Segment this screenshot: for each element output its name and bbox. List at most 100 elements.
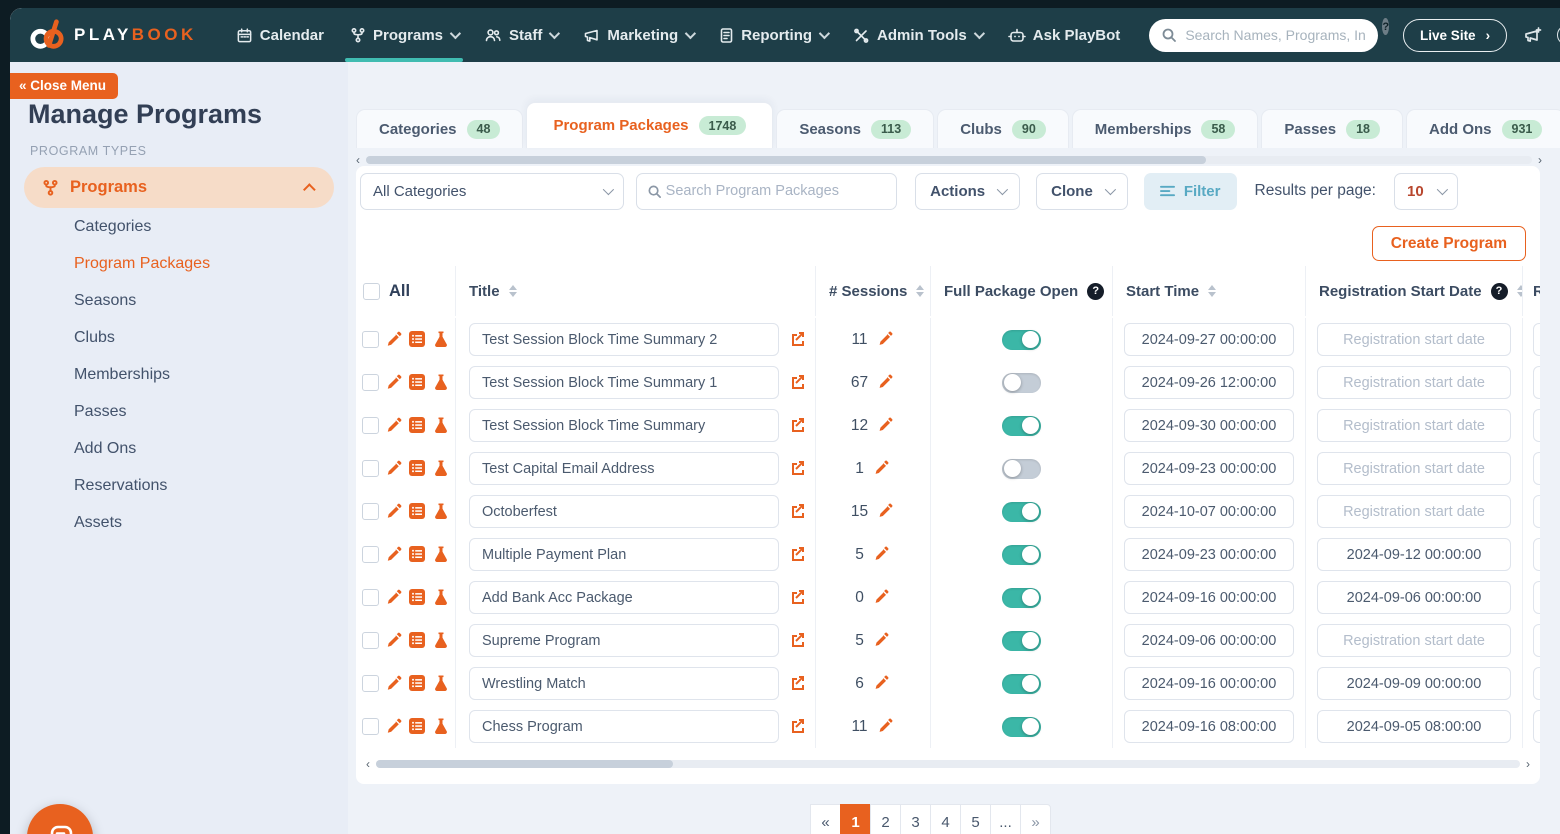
full-package-open-toggle[interactable] xyxy=(1002,416,1041,436)
details-list-icon[interactable] xyxy=(408,459,427,478)
sort-icon[interactable] xyxy=(509,285,517,297)
full-package-open-toggle[interactable] xyxy=(1002,373,1041,393)
sidebar-sub-item[interactable]: Seasons xyxy=(10,284,348,319)
tab[interactable]: Add Ons 931 xyxy=(1406,109,1560,148)
edit-pencil-icon[interactable] xyxy=(384,502,403,521)
sidebar-sub-item[interactable]: Clubs xyxy=(10,321,348,356)
actions-dropdown-button[interactable]: Actions xyxy=(915,173,1020,210)
full-package-open-toggle[interactable] xyxy=(1002,717,1041,737)
external-link-icon[interactable] xyxy=(788,631,807,650)
sidebar-item-programs[interactable]: Programs xyxy=(24,167,334,208)
registration-start-date-input[interactable]: Registration start date xyxy=(1317,624,1511,657)
tab[interactable]: Clubs 90 xyxy=(937,109,1069,148)
edit-pencil-icon[interactable] xyxy=(384,717,403,736)
details-list-icon[interactable] xyxy=(408,717,427,736)
title-input[interactable]: Test Session Block Time Summary 1 xyxy=(469,366,779,399)
external-link-icon[interactable] xyxy=(788,674,807,693)
page-button[interactable]: 3 xyxy=(900,804,931,834)
sidebar-sub-item[interactable]: Assets xyxy=(10,506,348,541)
title-input[interactable]: Test Capital Email Address xyxy=(469,452,779,485)
sidebar-sub-item[interactable]: Categories xyxy=(10,210,348,245)
sidebar-sub-item[interactable]: Reservations xyxy=(10,469,348,504)
live-site-button[interactable]: Live Site › xyxy=(1403,19,1507,52)
row-checkbox[interactable] xyxy=(362,632,379,649)
details-list-icon[interactable] xyxy=(408,545,427,564)
flask-icon[interactable] xyxy=(432,631,451,650)
registration-end-date-input[interactable]: R xyxy=(1533,409,1540,442)
full-package-open-toggle[interactable] xyxy=(1002,588,1041,608)
scroll-right-icon[interactable]: › xyxy=(1538,154,1542,166)
tab[interactable]: Program Packages 1748 xyxy=(526,102,773,148)
tab[interactable]: Passes 18 xyxy=(1261,109,1403,148)
row-checkbox[interactable] xyxy=(362,589,379,606)
sidebar-sub-item[interactable]: Passes xyxy=(10,395,348,430)
edit-pencil-icon[interactable] xyxy=(876,717,895,736)
row-checkbox[interactable] xyxy=(362,417,379,434)
scroll-left-icon[interactable]: ‹ xyxy=(366,758,370,770)
external-link-icon[interactable] xyxy=(788,373,807,392)
edit-pencil-icon[interactable] xyxy=(384,330,403,349)
title-input[interactable]: Octoberfest xyxy=(469,495,779,528)
global-search[interactable] xyxy=(1149,19,1378,52)
package-search-input[interactable] xyxy=(666,183,886,199)
flask-icon[interactable] xyxy=(432,588,451,607)
scroll-right-icon[interactable]: › xyxy=(1526,758,1530,770)
start-time-input[interactable]: 2024-09-16 08:00:00 xyxy=(1124,710,1294,743)
details-list-icon[interactable] xyxy=(408,330,427,349)
row-checkbox[interactable] xyxy=(362,503,379,520)
start-time-input[interactable]: 2024-09-27 00:00:00 xyxy=(1124,323,1294,356)
external-link-icon[interactable] xyxy=(788,330,807,349)
title-input[interactable]: Add Bank Acc Package xyxy=(469,581,779,614)
edit-pencil-icon[interactable] xyxy=(872,459,891,478)
row-checkbox[interactable] xyxy=(362,374,379,391)
select-all-checkbox[interactable] xyxy=(363,283,380,300)
page-button[interactable]: 2 xyxy=(870,804,901,834)
nav-item-programs[interactable]: Programs xyxy=(337,8,471,62)
page-button[interactable]: » xyxy=(1020,804,1051,834)
full-package-open-toggle[interactable] xyxy=(1002,545,1041,565)
full-package-open-toggle[interactable] xyxy=(1002,674,1041,694)
flask-icon[interactable] xyxy=(432,674,451,693)
registration-start-date-input[interactable]: 2024-09-09 00:00:00 xyxy=(1317,667,1511,700)
flask-icon[interactable] xyxy=(432,330,451,349)
start-time-input[interactable]: 2024-09-26 12:00:00 xyxy=(1124,366,1294,399)
registration-end-date-input[interactable]: 2 xyxy=(1533,710,1540,743)
nav-item-calendar[interactable]: Calendar xyxy=(223,8,337,62)
registration-end-date-input[interactable]: R xyxy=(1533,624,1540,657)
help-button[interactable]: ? xyxy=(1555,23,1560,47)
flask-icon[interactable] xyxy=(432,717,451,736)
start-time-input[interactable]: 2024-09-06 00:00:00 xyxy=(1124,624,1294,657)
registration-start-date-input[interactable]: Registration start date xyxy=(1317,495,1511,528)
help-circle-icon[interactable]: ? xyxy=(1087,283,1104,300)
edit-pencil-icon[interactable] xyxy=(876,330,895,349)
page-button[interactable]: « xyxy=(810,804,841,834)
title-input[interactable]: Test Session Block Time Summary xyxy=(469,409,779,442)
external-link-icon[interactable] xyxy=(788,502,807,521)
registration-start-date-input[interactable]: Registration start date xyxy=(1317,452,1511,485)
registration-start-date-input[interactable]: 2024-09-12 00:00:00 xyxy=(1317,538,1511,571)
full-package-open-toggle[interactable] xyxy=(1002,502,1041,522)
global-search-input[interactable] xyxy=(1185,27,1366,43)
nav-item-ask-playbot[interactable]: Ask PlayBot xyxy=(995,8,1134,62)
start-time-input[interactable]: 2024-09-16 00:00:00 xyxy=(1124,581,1294,614)
full-package-open-toggle[interactable] xyxy=(1002,459,1041,479)
clone-dropdown-button[interactable]: Clone xyxy=(1036,173,1128,210)
sidebar-sub-item[interactable]: Add Ons xyxy=(10,432,348,467)
title-input[interactable]: Chess Program xyxy=(469,710,779,743)
external-link-icon[interactable] xyxy=(788,588,807,607)
full-package-open-toggle[interactable] xyxy=(1002,330,1041,350)
registration-start-date-input[interactable]: 2024-09-05 08:00:00 xyxy=(1317,710,1511,743)
help-circle-icon[interactable]: ? xyxy=(1491,283,1508,300)
row-checkbox[interactable] xyxy=(362,675,379,692)
external-link-icon[interactable] xyxy=(788,459,807,478)
details-list-icon[interactable] xyxy=(408,373,427,392)
external-link-icon[interactable] xyxy=(788,416,807,435)
registration-start-date-input[interactable]: Registration start date xyxy=(1317,409,1511,442)
details-list-icon[interactable] xyxy=(408,588,427,607)
category-filter-select[interactable]: All Categories xyxy=(360,173,624,210)
details-list-icon[interactable] xyxy=(408,674,427,693)
tab[interactable]: Categories 48 xyxy=(356,109,523,148)
edit-pencil-icon[interactable] xyxy=(872,588,891,607)
flask-icon[interactable] xyxy=(432,416,451,435)
edit-pencil-icon[interactable] xyxy=(384,416,403,435)
